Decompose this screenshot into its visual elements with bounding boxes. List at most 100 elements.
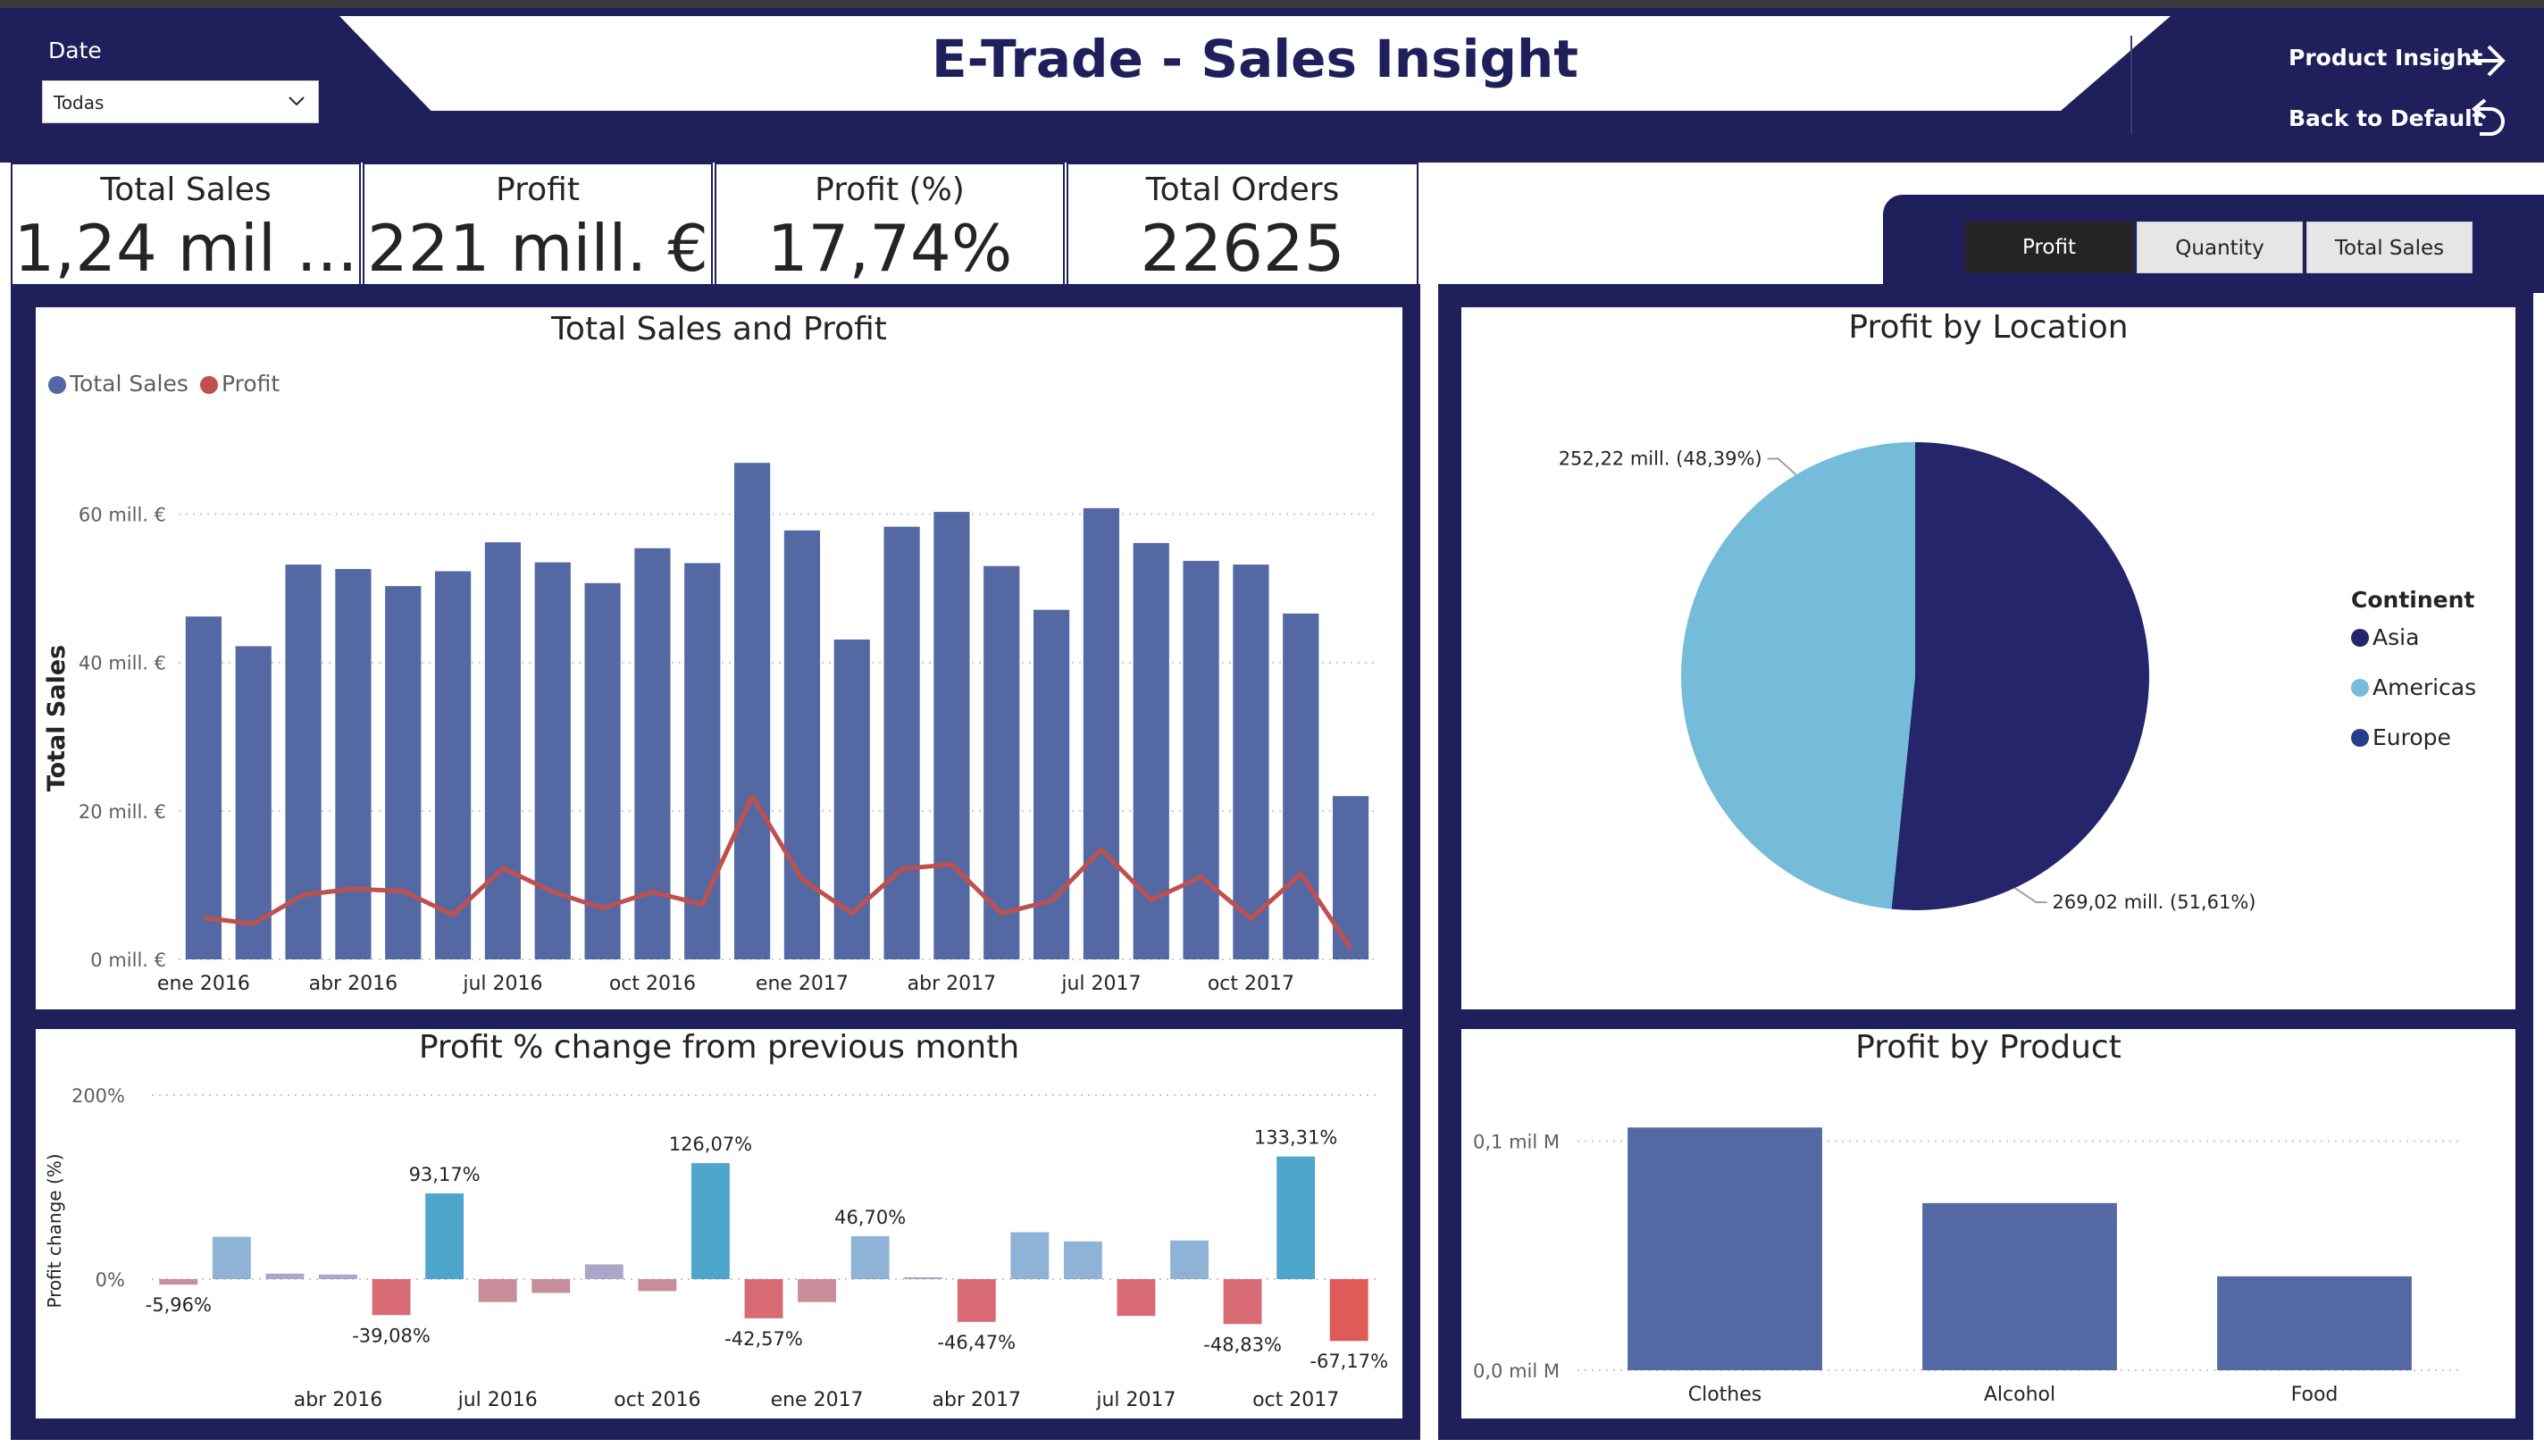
chevron-down-icon	[289, 96, 305, 106]
product-bar	[2217, 1276, 2412, 1370]
window-top-edge	[0, 0, 2544, 8]
kpi-card-profit: Profit 221 mill. €	[363, 163, 713, 286]
y-tick-label: 20 mill. €	[79, 801, 166, 823]
arrow-right-icon[interactable]	[2464, 38, 2510, 84]
total-sales-profit-visual: Total Sales and Profit 0 mill. €20 mill.…	[36, 307, 1402, 1009]
product-insight-button[interactable]: Product Insight	[2289, 45, 2482, 71]
change-bar	[1329, 1279, 1368, 1342]
sales-bar	[733, 463, 771, 959]
change-bar	[265, 1273, 305, 1279]
x-tick-label: ene 2017	[756, 973, 849, 995]
change-bar	[957, 1279, 996, 1322]
kpi-label: Profit	[496, 172, 580, 208]
data-label: -39,08%	[352, 1325, 431, 1346]
profit-by-location-chart: 269,02 mill. (51,61%) 252,22 mill. (48,39…	[1559, 442, 2476, 913]
change-bar	[690, 1163, 730, 1279]
tab-quantity[interactable]: Quantity	[2137, 222, 2303, 273]
change-bar	[212, 1236, 251, 1279]
data-label: 46,70%	[834, 1207, 906, 1228]
y-tick-label: 200%	[71, 1085, 125, 1107]
page-title: E-Trade - Sales Insight	[931, 29, 1579, 89]
change-bar	[478, 1279, 517, 1302]
x-tick-label: Food	[2291, 1384, 2339, 1406]
x-tick-label: jul 2016	[462, 973, 542, 995]
y-tick-label: 40 mill. €	[79, 653, 166, 674]
y-tick-label: 0%	[96, 1269, 125, 1291]
sales-bar	[235, 646, 272, 959]
sales-bar	[1083, 507, 1120, 959]
sales-bar	[335, 569, 372, 959]
legend-marker	[48, 376, 66, 394]
x-tick-label: ene 2016	[157, 973, 250, 995]
undo-arrow-icon[interactable]	[2464, 96, 2510, 143]
product-bar	[1922, 1202, 2117, 1370]
data-label: -42,57%	[724, 1328, 803, 1350]
sales-bar	[1033, 609, 1070, 959]
date-dropdown[interactable]: Todas	[42, 80, 319, 123]
profit-line	[203, 793, 1353, 950]
x-tick-label: abr 2016	[294, 1389, 382, 1411]
kpi-card-profit-percent: Profit (%) 17,74%	[715, 163, 1065, 286]
sales-bar	[933, 512, 970, 959]
sales-bar	[1183, 560, 1219, 959]
legend-marker	[2351, 629, 2369, 647]
x-tick-label: oct 2017	[1208, 973, 1294, 995]
change-bar	[425, 1193, 464, 1279]
y-axis-title: Profit change (%)	[44, 1153, 65, 1308]
back-to-default-button[interactable]: Back to Default	[2289, 105, 2483, 131]
data-label: -67,17%	[1310, 1351, 1388, 1372]
change-bar	[531, 1279, 571, 1293]
tab-total-sales[interactable]: Total Sales	[2306, 222, 2473, 273]
legend-title: Continent	[2351, 587, 2474, 613]
slice-label: 252,22 mill. (48,39%)	[1559, 448, 1762, 469]
kpi-value: 22625	[1140, 211, 1345, 286]
pie-slice	[1681, 442, 1915, 909]
change-bar	[1117, 1279, 1156, 1317]
data-label: -5,96%	[146, 1294, 212, 1316]
kpi-label: Total Sales	[100, 172, 272, 208]
sales-bar	[1233, 565, 1269, 959]
change-bar	[638, 1279, 677, 1292]
y-tick-label: 0,0 mil M	[1473, 1360, 1560, 1382]
kpi-value: 221 mill. €	[366, 211, 709, 286]
data-label: 93,17%	[409, 1164, 481, 1185]
title-plate: E-Trade - Sales Insight	[339, 16, 2171, 111]
change-bar	[372, 1279, 411, 1316]
sales-bar	[883, 526, 920, 959]
x-tick-label: oct 2017	[1252, 1389, 1339, 1411]
date-filter-label: Date	[48, 38, 102, 63]
legend-label: Total Sales	[69, 371, 188, 397]
x-tick-label: abr 2017	[908, 973, 996, 995]
tab-profit[interactable]: Profit	[1965, 222, 2133, 273]
legend-label: Asia	[2372, 624, 2419, 650]
slice-label: 269,02 mill. (51,61%)	[2053, 891, 2256, 913]
change-bar	[798, 1279, 837, 1302]
sales-bar	[783, 530, 821, 959]
data-label: 126,07%	[669, 1134, 752, 1155]
legend-label: Profit	[222, 371, 280, 397]
legend-marker	[2351, 729, 2369, 747]
y-tick-label: 60 mill. €	[79, 505, 166, 526]
kpi-label: Profit (%)	[815, 172, 965, 208]
change-bar	[1063, 1241, 1102, 1279]
product-bar	[1628, 1127, 1822, 1370]
change-bar	[1276, 1156, 1316, 1279]
change-bar	[1010, 1232, 1050, 1279]
x-tick-label: jul 2016	[457, 1389, 538, 1411]
x-tick-label: oct 2016	[609, 973, 696, 995]
legend-label: Americas	[2372, 674, 2476, 700]
profit-by-product-chart: 0,0 mil M 0,1 mil M Clothes Alcohol Food	[1473, 1127, 2462, 1406]
x-tick-label: abr 2016	[309, 973, 398, 995]
change-bar	[319, 1274, 357, 1279]
profit-change-visual: Profit % change from previous month 0% 20…	[36, 1029, 1402, 1418]
leader-line	[1767, 457, 1797, 476]
x-tick-label: Alcohol	[1984, 1384, 2055, 1406]
y-tick-label: 0 mill. €	[90, 950, 166, 971]
change-bar	[904, 1276, 943, 1279]
y-tick-label: 0,1 mil M	[1473, 1132, 1560, 1153]
profit-by-location-visual: Profit by Location 269,02 mill. (51,61%)…	[1461, 307, 2515, 1009]
x-tick-label: jul 2017	[1095, 1389, 1176, 1411]
change-bar	[850, 1235, 890, 1279]
nav-divider	[2130, 36, 2132, 134]
sales-bar	[185, 616, 222, 959]
